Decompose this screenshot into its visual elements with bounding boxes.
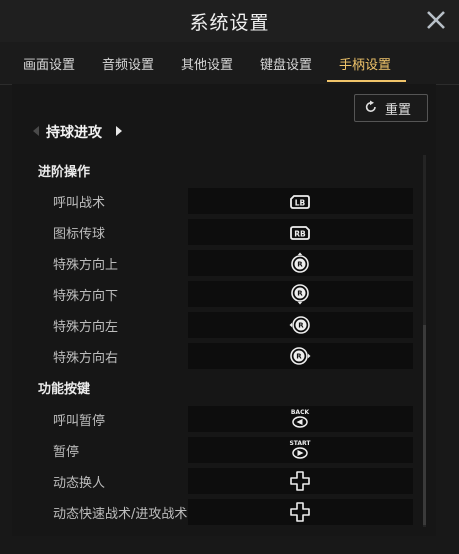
svg-text:RB: RB bbox=[294, 230, 306, 239]
active-tab-indicator bbox=[327, 80, 406, 82]
title-bar: 系统设置 bbox=[0, 0, 459, 42]
svg-text:R: R bbox=[298, 322, 304, 330]
binding-special-right[interactable]: R bbox=[188, 343, 413, 369]
rb-button-icon: RB bbox=[290, 226, 310, 240]
row-label-special-right: 特殊方向右 bbox=[53, 351, 119, 366]
binding-quick-tactic[interactable] bbox=[188, 499, 413, 525]
row-label-call-tactic: 呼叫战术 bbox=[53, 196, 106, 211]
row-label-call-timeout: 呼叫暂停 bbox=[53, 414, 106, 429]
row-label-special-up: 特殊方向上 bbox=[53, 258, 119, 273]
back-button-icon: BACK bbox=[291, 409, 310, 428]
row-label-special-left: 特殊方向左 bbox=[53, 320, 119, 335]
tab-controller-settings[interactable]: 手柄设置 bbox=[339, 54, 391, 73]
lb-button-icon: LB bbox=[290, 195, 310, 209]
binding-pause[interactable]: START bbox=[188, 437, 413, 463]
row-label-dynamic-switch: 动态换人 bbox=[53, 476, 106, 491]
row-label-pause: 暂停 bbox=[53, 445, 80, 460]
binding-special-left[interactable]: R bbox=[188, 312, 413, 338]
window-title: 系统设置 bbox=[189, 12, 270, 34]
back-button-text: BACK bbox=[291, 409, 310, 416]
tab-other-settings[interactable]: 其他设置 bbox=[181, 54, 233, 73]
mode-next-arrow-icon[interactable] bbox=[116, 126, 122, 136]
right-stick-right-icon: R bbox=[290, 347, 311, 365]
binding-call-timeout[interactable]: BACK bbox=[188, 406, 413, 432]
reset-button[interactable]: 重置 bbox=[354, 94, 428, 122]
mode-prev-arrow-icon[interactable] bbox=[33, 126, 39, 136]
right-stick-down-icon: R bbox=[291, 284, 309, 305]
close-button[interactable] bbox=[423, 7, 449, 33]
mode-selector-label: 持球进攻 bbox=[46, 125, 102, 141]
svg-text:R: R bbox=[297, 261, 303, 269]
svg-text:R: R bbox=[296, 353, 302, 361]
dpad-icon bbox=[290, 471, 310, 491]
reset-button-label: 重置 bbox=[385, 103, 412, 118]
row-label-quick-tactic: 动态快速战术/进攻战术 bbox=[53, 507, 188, 522]
scrollbar-thumb[interactable] bbox=[423, 325, 426, 525]
binding-special-down[interactable]: R bbox=[188, 281, 413, 307]
dpad-icon bbox=[290, 502, 310, 522]
svg-text:LB: LB bbox=[295, 199, 306, 208]
right-stick-up-icon: R bbox=[291, 252, 309, 273]
binding-dynamic-switch[interactable] bbox=[188, 468, 413, 494]
row-label-icon-pass: 图标传球 bbox=[53, 227, 106, 242]
right-stick-left-icon: R bbox=[289, 316, 310, 334]
row-label-special-down: 特殊方向下 bbox=[53, 289, 119, 304]
binding-special-up[interactable]: R bbox=[188, 250, 413, 276]
tab-display-settings[interactable]: 画面设置 bbox=[23, 54, 75, 73]
close-icon bbox=[427, 11, 445, 29]
section-title-advanced: 进阶操作 bbox=[38, 165, 91, 180]
settings-window: 系统设置 画面设置 音频设置 其他设置 键盘设置 手柄设置 重置 持球进攻 进阶… bbox=[0, 0, 459, 554]
tab-keyboard-settings[interactable]: 键盘设置 bbox=[260, 54, 312, 73]
tab-bar: 画面设置 音频设置 其他设置 键盘设置 手柄设置 bbox=[0, 42, 459, 85]
tab-audio-settings[interactable]: 音频设置 bbox=[102, 54, 154, 73]
start-button-text: START bbox=[289, 440, 311, 447]
binding-call-tactic[interactable]: LB bbox=[188, 188, 413, 214]
svg-text:R: R bbox=[297, 290, 303, 298]
section-title-function-keys: 功能按键 bbox=[38, 382, 91, 397]
start-button-icon: START bbox=[289, 440, 311, 459]
binding-icon-pass[interactable]: RB bbox=[188, 219, 413, 245]
refresh-icon bbox=[365, 100, 376, 112]
